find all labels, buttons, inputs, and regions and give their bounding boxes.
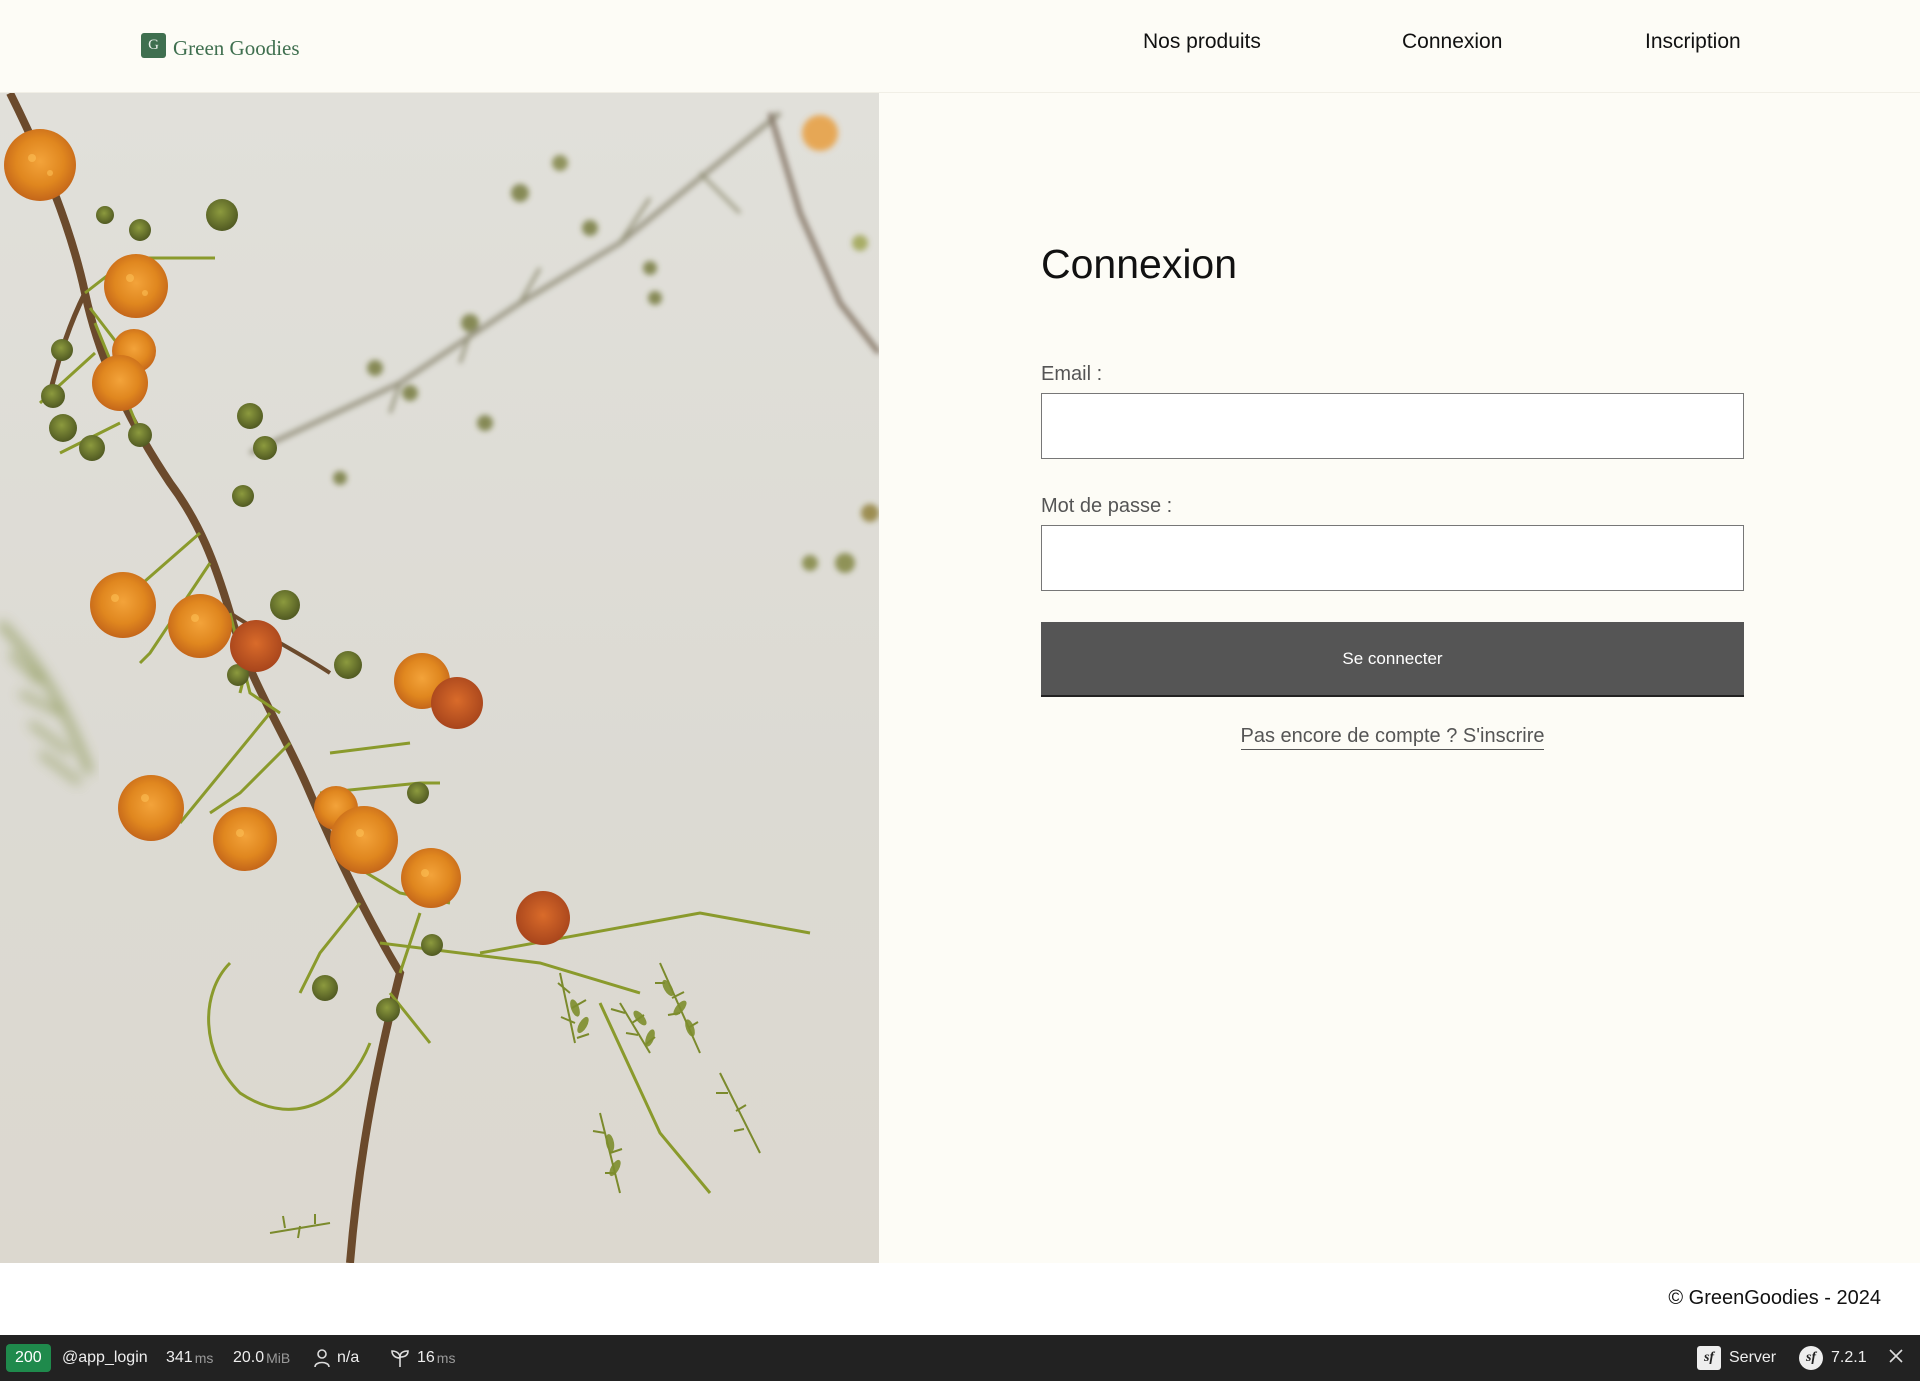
time-value: 341 bbox=[166, 1349, 193, 1366]
email-label: Email : bbox=[1041, 363, 1103, 385]
init-unit: ms bbox=[436, 1350, 456, 1366]
time-unit: ms bbox=[194, 1350, 214, 1366]
server-label: Server bbox=[1729, 1349, 1777, 1366]
server-item[interactable]: sf Server bbox=[1697, 1335, 1776, 1381]
time-item[interactable]: 341 ms bbox=[166, 1335, 213, 1381]
login-button[interactable]: Se connecter bbox=[1041, 622, 1744, 697]
logo[interactable]: G Green Goodies bbox=[141, 30, 300, 61]
init-value: 16 bbox=[417, 1349, 435, 1366]
user-item[interactable]: n/a bbox=[314, 1335, 359, 1381]
password-label: Mot de passe : bbox=[1041, 495, 1173, 517]
page-title: Connexion bbox=[1041, 241, 1238, 287]
signup-link[interactable]: Pas encore de compte ? S'inscrire bbox=[1240, 725, 1545, 750]
login-panel: Connexion Email : Mot de passe : Se conn… bbox=[879, 93, 1920, 1263]
logo-mark-icon: G bbox=[141, 33, 166, 58]
site-footer: © GreenGoodies - 2024 bbox=[0, 1263, 1920, 1335]
symfony-logo-icon: sf bbox=[1799, 1346, 1823, 1370]
symfony-server-icon: sf bbox=[1697, 1346, 1721, 1370]
close-toolbar-button[interactable] bbox=[1889, 1335, 1903, 1381]
route-item[interactable]: @app_login bbox=[62, 1335, 148, 1381]
logo-text: Green Goodies bbox=[173, 36, 300, 60]
memory-item[interactable]: 20.0 MiB bbox=[233, 1335, 290, 1381]
version-value: 7.2.1 bbox=[1831, 1349, 1867, 1366]
nav-login-link[interactable]: Connexion bbox=[1402, 30, 1502, 54]
memory-unit: MiB bbox=[266, 1350, 291, 1366]
version-item[interactable]: sf 7.2.1 bbox=[1799, 1335, 1867, 1381]
status-badge[interactable]: 200 bbox=[6, 1344, 51, 1372]
user-icon bbox=[314, 1348, 330, 1368]
hero-image bbox=[0, 93, 879, 1263]
route-name: @app_login bbox=[62, 1349, 148, 1366]
site-header: G Green Goodies Nos produits Connexion I… bbox=[0, 0, 1920, 93]
password-field[interactable] bbox=[1041, 525, 1744, 591]
acacia-branch-illustration bbox=[0, 93, 879, 1263]
close-icon bbox=[1889, 1348, 1903, 1368]
init-item[interactable]: 16 ms bbox=[390, 1335, 455, 1381]
copyright: © GreenGoodies - 2024 bbox=[1668, 1287, 1881, 1309]
nav-products-link[interactable]: Nos produits bbox=[1143, 30, 1261, 54]
sprout-icon bbox=[390, 1348, 410, 1368]
debug-toolbar: 200 @app_login 341 ms 20.0 MiB n/a 16 ms… bbox=[0, 1335, 1920, 1381]
memory-value: 20.0 bbox=[233, 1349, 265, 1366]
signup-link-container: Pas encore de compte ? S'inscrire bbox=[1041, 725, 1744, 750]
nav-register-link[interactable]: Inscription bbox=[1645, 30, 1741, 54]
email-field[interactable] bbox=[1041, 393, 1744, 459]
user-value: n/a bbox=[337, 1349, 360, 1366]
